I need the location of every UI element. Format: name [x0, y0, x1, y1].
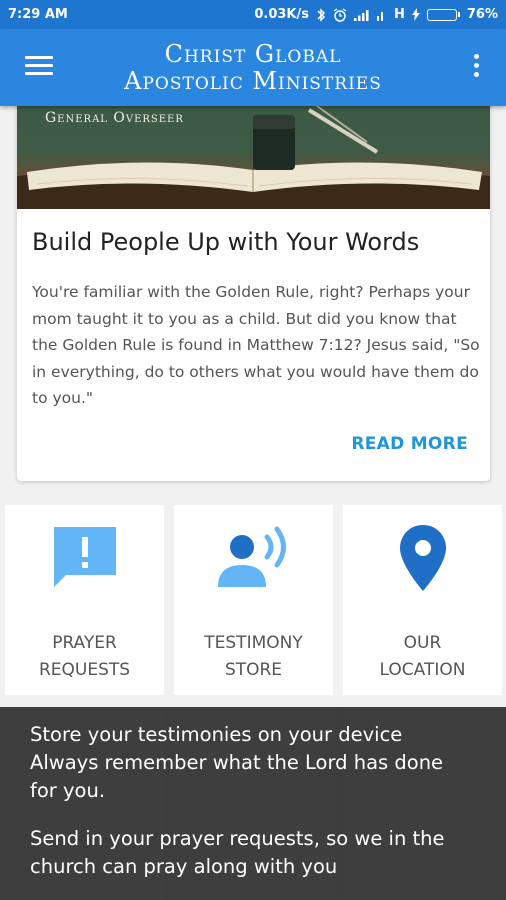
overflow-menu-icon[interactable]: [472, 54, 480, 82]
alarm-icon: [333, 7, 347, 22]
tile-label-line2: LOCATION: [379, 660, 466, 680]
app-title-line2: Apostolic Ministries: [124, 67, 382, 95]
signal-icon: [353, 9, 369, 21]
tile-label-line1: PRAYER: [52, 633, 117, 653]
prayer-request-icon: [53, 527, 116, 587]
charging-icon: [411, 8, 420, 21]
bluetooth-icon: [317, 7, 326, 22]
app-title-line1: Christ Global: [164, 40, 342, 68]
featured-article-card[interactable]: General Overseer Build People Up with Yo…: [17, 80, 490, 481]
our-location-tile[interactable]: OUR LOCATION: [343, 505, 502, 695]
toast-paragraph: Send in your prayer requests, so we in t…: [30, 827, 445, 878]
battery-icon: [426, 8, 460, 21]
tile-label: TESTIMONY STORE: [174, 630, 333, 684]
article-excerpt: You're familiar with the Golden Rule, ri…: [32, 283, 480, 407]
app-title: Christ Global Apostolic Ministries: [70, 41, 436, 95]
image-caption: General Overseer: [45, 110, 184, 126]
toast-message: Store your testimonies on your device Al…: [0, 707, 506, 900]
status-time: 7:29 AM: [8, 7, 68, 22]
tile-label: PRAYER REQUESTS: [5, 630, 164, 684]
testimony-speaker-icon: [217, 526, 286, 587]
tile-label-line2: STORE: [224, 660, 283, 680]
read-more-button[interactable]: READ MORE: [351, 434, 468, 454]
tile-label: OUR LOCATION: [343, 630, 502, 684]
battery-percent: 76%: [466, 7, 498, 22]
status-indicators: 0.03K/s H 76%: [254, 7, 498, 22]
hamburger-menu-icon[interactable]: [25, 56, 53, 78]
network-type: H: [393, 7, 405, 22]
signal-icon: [376, 11, 383, 21]
toast-paragraph: Store your testimonies on your device Al…: [30, 723, 444, 802]
network-speed: 0.03K/s: [254, 7, 309, 22]
location-pin-icon: [399, 525, 446, 591]
tile-label-line1: OUR: [403, 633, 442, 653]
article-title: Build People Up with Your Words: [32, 228, 420, 256]
tile-label-line2: REQUESTS: [38, 660, 131, 680]
prayer-requests-tile[interactable]: PRAYER REQUESTS: [5, 505, 164, 695]
app-bar: Christ Global Apostolic Ministries: [0, 29, 506, 106]
testimony-store-tile[interactable]: TESTIMONY STORE: [174, 505, 333, 695]
status-bar: 7:29 AM 0.03K/s H 76%: [0, 0, 506, 29]
tile-label-line1: TESTIMONY: [204, 633, 303, 653]
